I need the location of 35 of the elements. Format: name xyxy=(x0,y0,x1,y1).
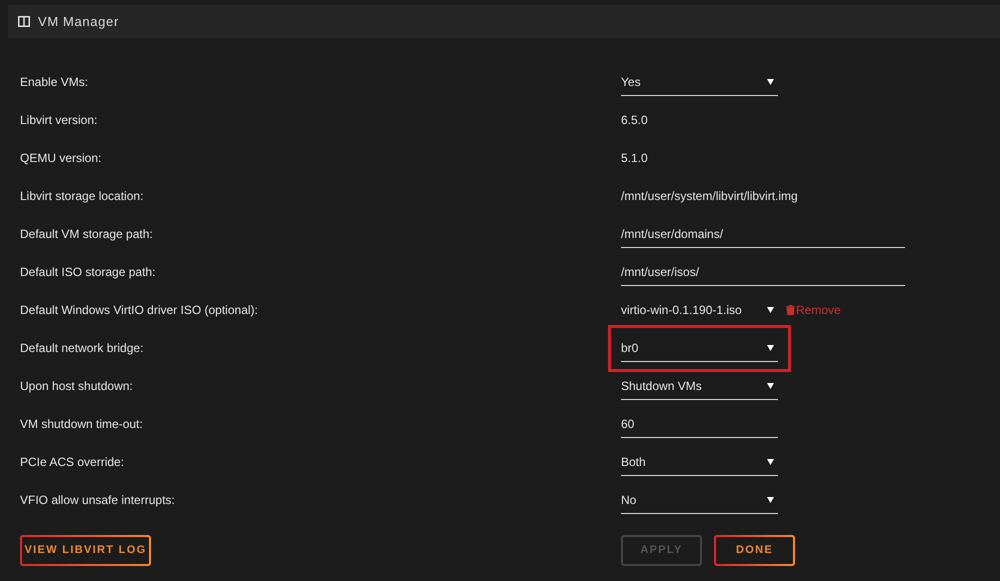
caret-icon xyxy=(767,496,774,502)
setting-label: Default Windows VirtIO driver ISO (optional): xyxy=(19,302,259,319)
setting-label: VM shutdown time-out: xyxy=(19,416,144,433)
value-text: 5.1.0 xyxy=(621,151,648,165)
caret-icon xyxy=(767,78,774,84)
setting-label: VFIO allow unsafe interrupts: xyxy=(19,492,176,509)
header-title: VM Manager xyxy=(38,12,119,31)
setting-label: Default network bridge: xyxy=(19,340,144,357)
trash-icon xyxy=(786,305,795,315)
text-field[interactable]: /mnt/user/domains/ xyxy=(621,220,905,248)
setting-label: Default ISO storage path: xyxy=(19,264,156,281)
setting-label: Libvirt storage location: xyxy=(19,188,144,205)
setting-label: Enable VMs: xyxy=(19,74,90,91)
text-field[interactable]: /mnt/user/isos/ xyxy=(621,258,905,286)
action-button[interactable]: VIEW LIBVIRT LOG xyxy=(20,535,151,566)
setting-label: PCIe ACS override: xyxy=(19,454,126,471)
caret-icon xyxy=(767,344,774,350)
setting-label: Upon host shutdown: xyxy=(19,378,134,395)
value-text: 6.5.0 xyxy=(621,113,648,127)
caret-icon xyxy=(767,458,774,464)
select-field[interactable]: br0 xyxy=(621,334,778,362)
select-field[interactable]: Shutdown VMs xyxy=(621,372,778,400)
caret-icon xyxy=(767,382,774,388)
setting-label: Default VM storage path: xyxy=(19,226,154,243)
caret-icon xyxy=(767,307,774,313)
columns-icon xyxy=(18,16,30,27)
select-field[interactable]: Yes xyxy=(621,68,778,96)
setting-label: Libvirt version: xyxy=(19,112,98,129)
text-field[interactable]: 60 xyxy=(621,410,778,438)
value-text: /mnt/user/system/libvirt/libvirt.img xyxy=(621,189,798,203)
select-field[interactable]: Both xyxy=(621,448,778,476)
setting-label: QEMU version: xyxy=(19,150,102,167)
action-button[interactable]: DONE xyxy=(714,535,795,566)
select-field[interactable]: No xyxy=(621,486,778,514)
select-field[interactable]: virtio-win-0.1.190-1.iso xyxy=(621,296,778,324)
